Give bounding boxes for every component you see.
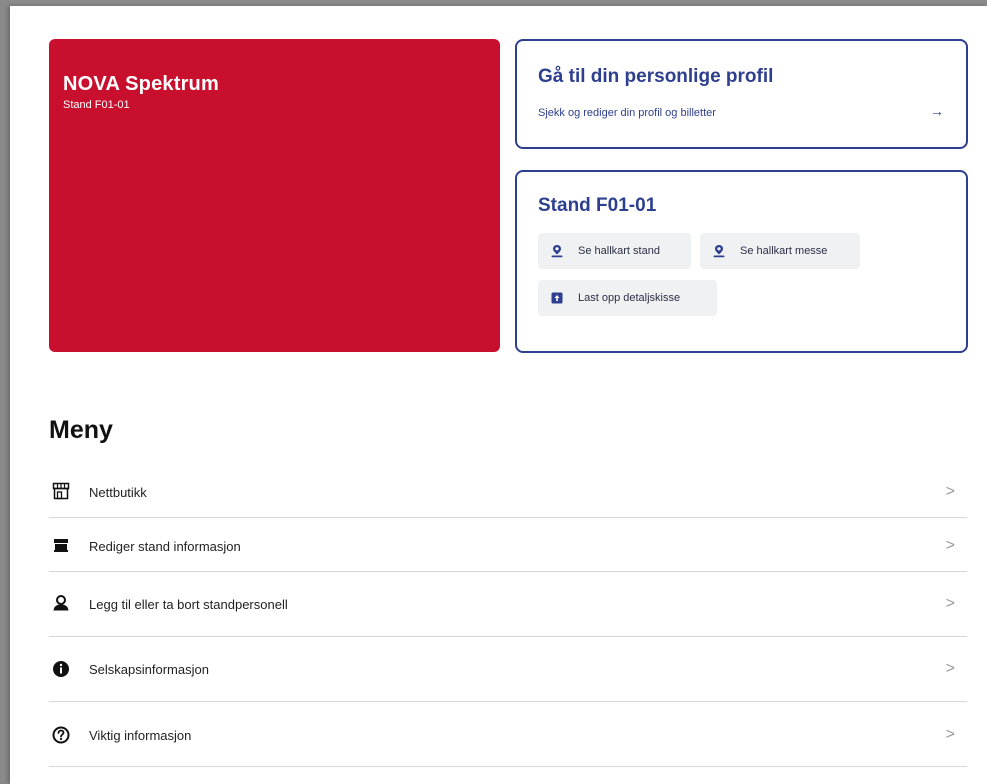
page-frame: NOVA Spektrum Stand F01-01 Gå til din pe… <box>10 6 987 784</box>
map-pin-person-icon <box>713 245 725 258</box>
profile-title: Gå til din personlige profil <box>538 66 774 87</box>
chevron-right-icon: > <box>945 483 955 500</box>
menu-item-rediger-stand[interactable]: Rediger stand informasjon > <box>49 518 967 572</box>
company-name: NOVA Spektrum <box>63 73 219 95</box>
stand-icon <box>54 539 68 552</box>
chip-label: Se hallkart messe <box>740 245 828 257</box>
menu-item-label: Viktig informasjon <box>89 728 192 743</box>
chip-label: Se hallkart stand <box>578 245 660 257</box>
menu-item-label: Rediger stand informasjon <box>89 539 241 554</box>
map-pin-person-icon <box>551 245 563 258</box>
company-card: NOVA Spektrum Stand F01-01 <box>49 39 500 352</box>
menu-item-label: Selskapsinformasjon <box>89 662 209 677</box>
upload-icon <box>551 292 563 304</box>
view-hall-map-fair-button[interactable]: Se hallkart messe <box>700 233 860 269</box>
menu-item-label: Nettbutikk <box>89 485 147 500</box>
menu-item-viktig-informasjon[interactable]: Viktig informasjon > <box>49 702 967 767</box>
menu-item-selskapsinformasjon[interactable]: Selskapsinformasjon > <box>49 637 967 702</box>
chevron-right-icon: > <box>945 537 955 554</box>
chevron-right-icon: > <box>945 660 955 677</box>
question-icon <box>52 726 70 744</box>
info-icon <box>53 661 69 677</box>
chevron-right-icon: > <box>945 726 955 743</box>
arrow-right-icon: → <box>930 103 944 119</box>
people-icon <box>53 595 69 611</box>
store-icon <box>52 482 70 500</box>
upload-sketch-button[interactable]: Last opp detaljskisse <box>538 280 717 316</box>
menu-title: Meny <box>49 416 113 444</box>
chevron-right-icon: > <box>945 595 955 612</box>
view-hall-map-stand-button[interactable]: Se hallkart stand <box>538 233 691 269</box>
menu-item-standpersonell[interactable]: Legg til eller ta bort standpersonell > <box>49 572 967 637</box>
menu-item-nettbutikk[interactable]: Nettbutikk > <box>49 467 967 518</box>
company-stand-label: Stand F01-01 <box>63 99 130 111</box>
stand-title: Stand F01-01 <box>538 195 657 216</box>
chip-label: Last opp detaljskisse <box>578 292 681 304</box>
menu-item-label: Legg til eller ta bort standpersonell <box>89 597 288 612</box>
stand-card: Stand F01-01 Se hallkart stand Se hallka… <box>515 170 968 353</box>
profile-link-card[interactable]: Gå til din personlige profil Sjekk og re… <box>515 39 968 149</box>
profile-subtitle: Sjekk og rediger din profil og billetter <box>538 107 716 119</box>
